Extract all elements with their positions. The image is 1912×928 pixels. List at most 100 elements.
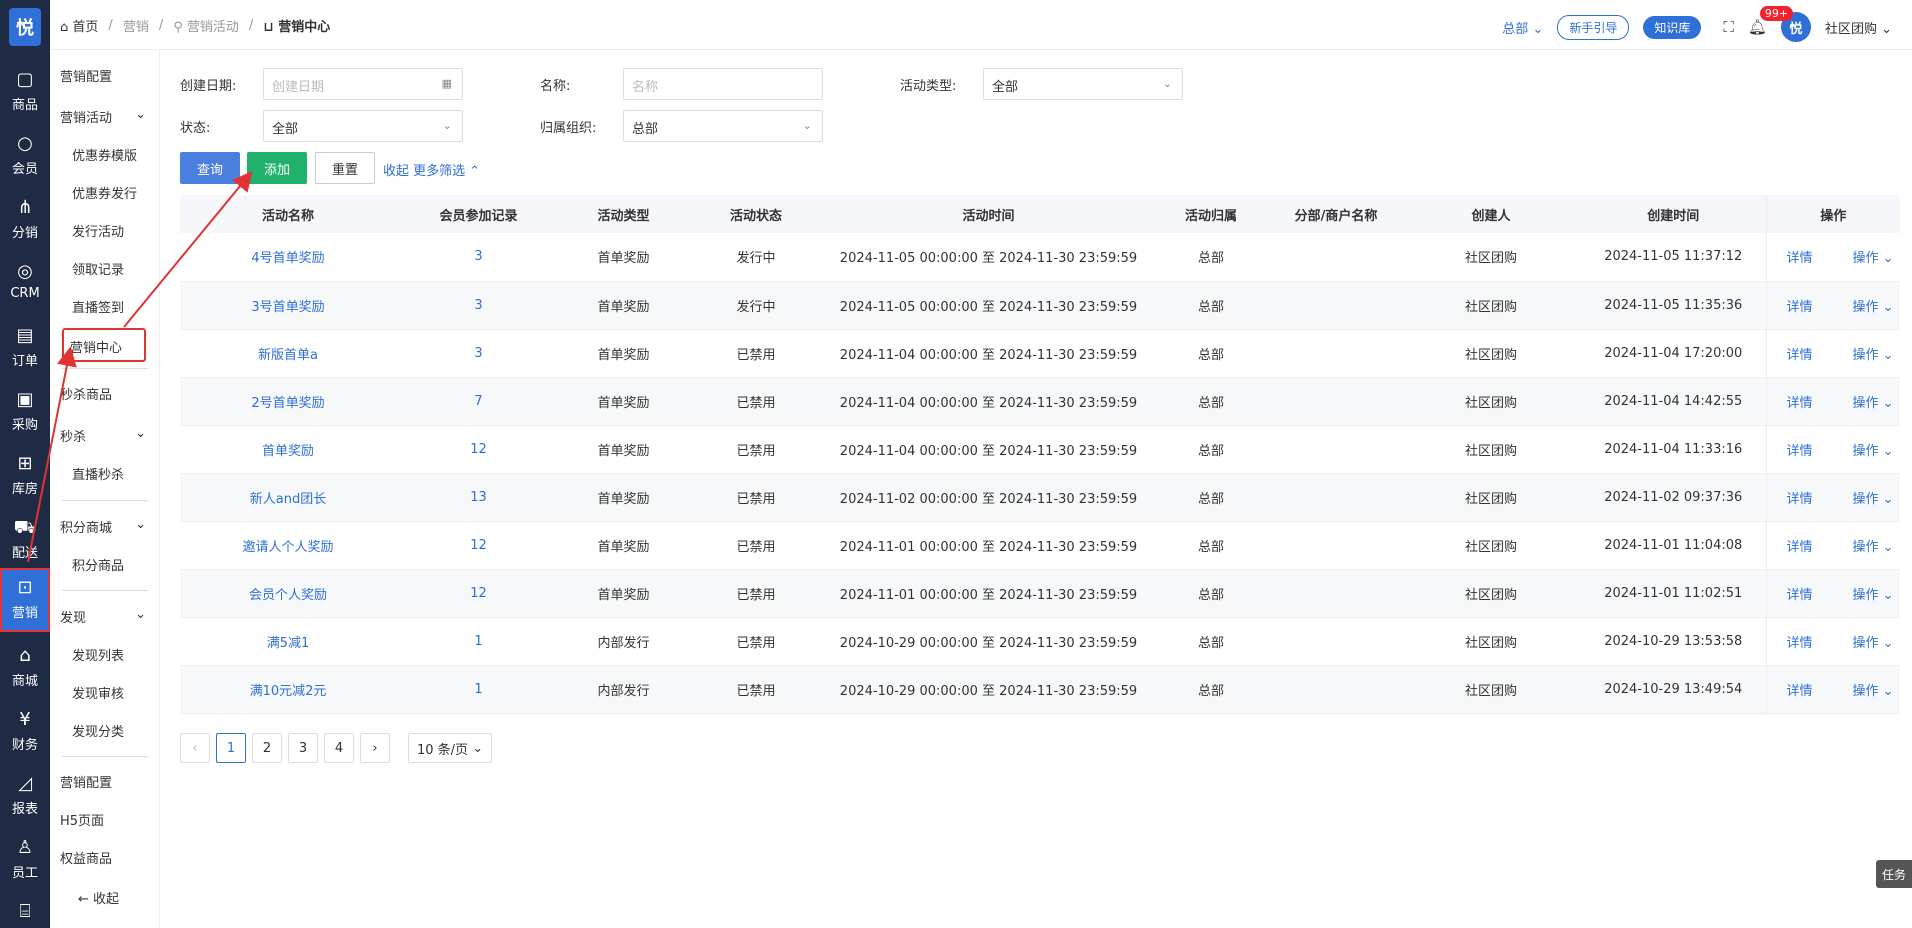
page-4[interactable]: 4 bbox=[324, 733, 354, 763]
participation-count-link[interactable]: 1 bbox=[396, 665, 561, 714]
submenu-group-flash-sale[interactable]: 秒杀 ⌄ bbox=[60, 426, 146, 445]
rail-item-crm[interactable]: ◎ CRM bbox=[0, 252, 50, 312]
detail-link[interactable]: 详情 bbox=[1787, 540, 1813, 555]
activity-name-link[interactable]: 会员个人奖励 bbox=[180, 569, 396, 618]
rail-item-store[interactable]: ⌸ bbox=[0, 892, 50, 928]
detail-link[interactable]: 详情 bbox=[1787, 636, 1813, 651]
rail-item-purchase[interactable]: ▣ 采购 bbox=[0, 380, 50, 440]
rail-item-reports[interactable]: ◿ 报表 bbox=[0, 764, 50, 824]
knowledge-base-button[interactable]: 知识库 bbox=[1643, 15, 1702, 39]
detail-link[interactable]: 详情 bbox=[1787, 300, 1813, 315]
page-1[interactable]: 1 bbox=[216, 733, 246, 763]
page-2[interactable]: 2 bbox=[252, 733, 282, 763]
participation-count-link[interactable]: 12 bbox=[396, 569, 561, 618]
more-actions-dropdown[interactable]: 操作 ⌄ bbox=[1853, 251, 1894, 266]
activity-name-link[interactable]: 3号首单奖励 bbox=[180, 281, 396, 330]
submenu-live-flash-sale[interactable]: 直播秒杀 bbox=[72, 464, 124, 483]
more-actions-dropdown[interactable]: 操作 ⌄ bbox=[1853, 684, 1894, 699]
page-size-select[interactable]: 10 条/页 ⌄ bbox=[408, 733, 493, 763]
more-actions-dropdown[interactable]: 操作 ⌄ bbox=[1853, 588, 1894, 603]
rail-item-delivery[interactable]: ⛟ 配送 bbox=[0, 508, 50, 568]
participation-count-link[interactable]: 1 bbox=[396, 617, 561, 666]
submenu-coupon-issue[interactable]: 优惠券发行 bbox=[72, 183, 137, 202]
submenu-benefit-goods[interactable]: 权益商品 bbox=[60, 848, 112, 867]
participation-count-link[interactable]: 12 bbox=[396, 521, 561, 570]
activity-type-select[interactable]: 全部 ⌄ bbox=[983, 68, 1183, 100]
rail-item-distribution[interactable]: ⋔ 分销 bbox=[0, 188, 50, 248]
rail-item-staff[interactable]: ♙ 员工 bbox=[0, 828, 50, 888]
submenu-group-marketing-activity[interactable]: 营销活动 ⌄ bbox=[60, 107, 146, 126]
submenu-live-checkin[interactable]: 直播签到 bbox=[72, 297, 124, 316]
task-tab[interactable]: 任务 bbox=[1876, 860, 1912, 888]
participation-count-link[interactable]: 13 bbox=[396, 473, 561, 522]
activity-name-link[interactable]: 邀请人个人奖励 bbox=[180, 521, 396, 570]
breadcrumb-home[interactable]: ⌂ 首页 bbox=[60, 16, 98, 35]
activity-name-link[interactable]: 4号首单奖励 bbox=[180, 233, 396, 282]
more-actions-dropdown[interactable]: 操作 ⌄ bbox=[1853, 300, 1894, 315]
rail-item-orders[interactable]: ▤ 订单 bbox=[0, 316, 50, 376]
submenu-group-discover[interactable]: 发现 ⌄ bbox=[60, 607, 146, 626]
submenu-flash-sale-goods[interactable]: 秒杀商品 bbox=[60, 384, 112, 403]
detail-link[interactable]: 详情 bbox=[1787, 588, 1813, 603]
participation-count-link[interactable]: 7 bbox=[396, 377, 561, 426]
query-button[interactable]: 查询 bbox=[180, 152, 240, 184]
detail-link[interactable]: 详情 bbox=[1787, 444, 1813, 459]
more-actions-dropdown[interactable]: 操作 ⌄ bbox=[1853, 444, 1894, 459]
guide-button[interactable]: 新手引导 bbox=[1557, 14, 1630, 40]
reset-button[interactable]: 重置 bbox=[315, 152, 375, 184]
participation-count-link[interactable]: 3 bbox=[396, 329, 561, 378]
detail-link[interactable]: 详情 bbox=[1787, 492, 1813, 507]
fullscreen-icon[interactable]: ⛶ bbox=[1723, 18, 1734, 36]
submenu-discover-list[interactable]: 发现列表 bbox=[72, 645, 124, 664]
detail-link[interactable]: 详情 bbox=[1787, 396, 1813, 411]
submenu-marketing-config[interactable]: 营销配置 bbox=[60, 66, 112, 85]
more-actions-dropdown[interactable]: 操作 ⌄ bbox=[1853, 540, 1894, 555]
create-date-input[interactable]: 创建日期 ▦ bbox=[263, 68, 463, 100]
rail-item-members[interactable]: ○ 会员 bbox=[0, 124, 50, 184]
name-input[interactable]: 名称 bbox=[623, 68, 823, 100]
submenu-discover-category[interactable]: 发现分类 bbox=[72, 721, 124, 740]
participation-count-link[interactable]: 12 bbox=[396, 425, 561, 474]
toggle-filters-link[interactable]: 收起 更多筛选 ⌃ bbox=[383, 160, 480, 179]
prev-page-button[interactable]: ‹ bbox=[180, 733, 210, 763]
activity-name-link[interactable]: 新人and团长 bbox=[180, 473, 396, 522]
activity-name-link[interactable]: 满5减1 bbox=[180, 617, 396, 666]
detail-link[interactable]: 详情 bbox=[1787, 348, 1813, 363]
activity-name-link[interactable]: 2号首单奖励 bbox=[180, 377, 396, 426]
detail-link[interactable]: 详情 bbox=[1787, 251, 1813, 266]
submenu-issue-activity[interactable]: 发行活动 bbox=[72, 221, 124, 240]
submenu-collapse-button[interactable]: ← 收起 bbox=[78, 888, 119, 907]
more-actions-dropdown[interactable]: 操作 ⌄ bbox=[1853, 348, 1894, 363]
participation-count-link[interactable]: 3 bbox=[396, 281, 561, 330]
more-actions-dropdown[interactable]: 操作 ⌄ bbox=[1853, 492, 1894, 507]
submenu-coupon-template[interactable]: 优惠券模版 bbox=[72, 145, 137, 164]
detail-link[interactable]: 详情 bbox=[1787, 684, 1813, 699]
submenu-marketing-center[interactable]: 营销中心 bbox=[62, 328, 146, 362]
submenu-discover-review[interactable]: 发现审核 bbox=[72, 683, 124, 702]
add-button[interactable]: 添加 bbox=[247, 152, 307, 184]
submenu-marketing-config-2[interactable]: 营销配置 bbox=[60, 772, 112, 791]
activity-name-link[interactable]: 满10元减2元 bbox=[180, 665, 396, 714]
submenu-h5-page[interactable]: H5页面 bbox=[60, 810, 104, 829]
breadcrumb-marketing[interactable]: 营销 bbox=[123, 16, 149, 35]
status-select[interactable]: 全部 ⌄ bbox=[263, 110, 463, 142]
next-page-button[interactable]: › bbox=[360, 733, 390, 763]
user-menu[interactable]: 社区团购 ⌄ bbox=[1825, 18, 1892, 37]
rail-item-goods[interactable]: ▢ 商品 bbox=[0, 60, 50, 120]
app-logo[interactable]: 悦 bbox=[9, 8, 41, 46]
rail-item-warehouse[interactable]: ⊞ 库房 bbox=[0, 444, 50, 504]
submenu-points-goods[interactable]: 积分商品 bbox=[72, 555, 124, 574]
activity-name-link[interactable]: 新版首单a bbox=[180, 329, 396, 378]
activity-name-link[interactable]: 首单奖励 bbox=[180, 425, 396, 474]
rail-item-marketing[interactable]: ⊡ 营销 bbox=[0, 568, 50, 632]
rail-item-mall[interactable]: ⌂ 商城 bbox=[0, 636, 50, 696]
breadcrumb-activity[interactable]: ⚲ 营销活动 bbox=[173, 16, 239, 35]
submenu-group-points-mall[interactable]: 积分商城 ⌄ bbox=[60, 517, 146, 536]
page-3[interactable]: 3 bbox=[288, 733, 318, 763]
notification-button[interactable]: 🔔︎ 99+ bbox=[1748, 6, 1794, 36]
submenu-claim-records[interactable]: 领取记录 bbox=[72, 259, 124, 278]
participation-count-link[interactable]: 3 bbox=[396, 233, 561, 282]
more-actions-dropdown[interactable]: 操作 ⌄ bbox=[1853, 636, 1894, 651]
org-selector[interactable]: 总部 ⌄ bbox=[1502, 18, 1543, 37]
org-select[interactable]: 总部 ⌄ bbox=[623, 110, 823, 142]
